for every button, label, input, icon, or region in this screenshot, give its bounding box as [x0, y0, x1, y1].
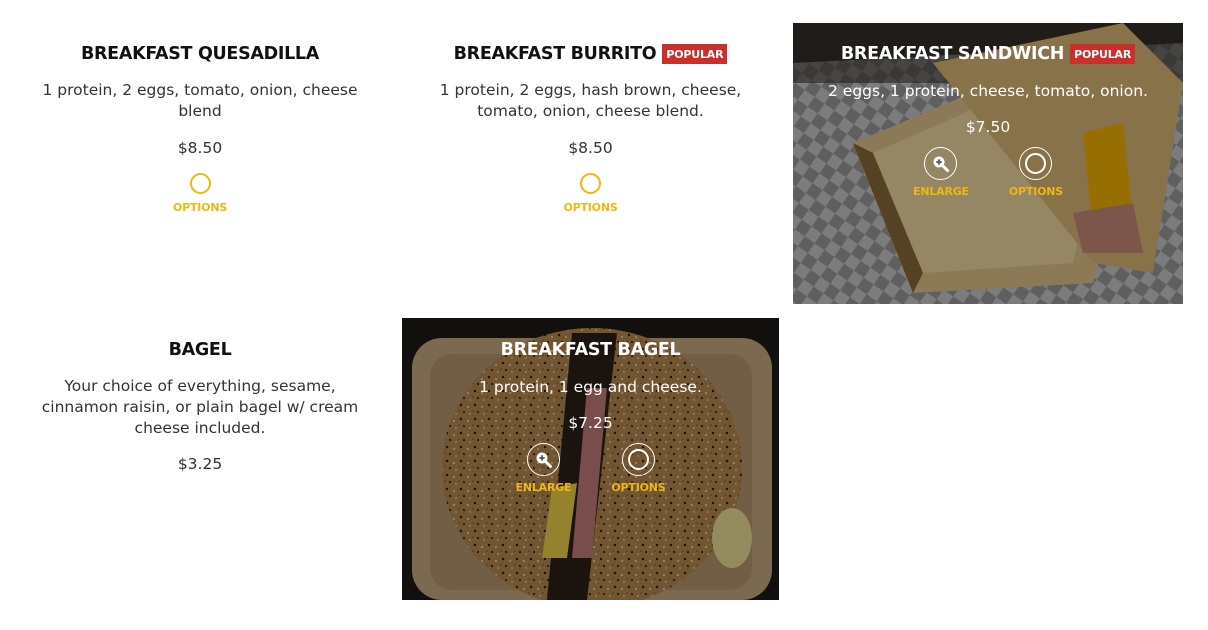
options-circle-icon	[189, 173, 211, 194]
item-price: $7.25	[568, 414, 613, 432]
menu-item-bagel: BAGEL Your choice of everything, sesame,…	[20, 340, 380, 473]
zoom-in-icon	[924, 147, 958, 180]
item-description: Your choice of everything, sesame, cinna…	[41, 377, 359, 437]
item-title-row: BREAKFAST BAGEL	[402, 340, 779, 360]
options-button[interactable]: OPTIONS	[1009, 147, 1063, 198]
item-title: BREAKFAST BAGEL	[500, 340, 681, 360]
options-label: OPTIONS	[172, 201, 228, 214]
item-title-row: BREAKFAST SANDWICH POPULAR	[793, 44, 1183, 64]
zoom-in-icon	[526, 443, 560, 476]
item-price: $3.25	[177, 455, 223, 473]
item-title: BREAKFAST BURRITO	[453, 44, 657, 64]
options-circle-icon	[1019, 147, 1053, 180]
options-label: OPTIONS	[611, 481, 666, 494]
item-description: 1 protein, 1 egg and cheese.	[479, 378, 702, 396]
popular-badge: POPULAR	[662, 44, 728, 64]
item-description: 1 protein, 2 eggs, tomato, onion, cheese…	[42, 81, 358, 120]
item-title-row: BREAKFAST QUESADILLA	[20, 44, 380, 64]
item-price: $8.50	[177, 139, 223, 157]
options-circle-icon	[580, 173, 601, 194]
item-description: 2 eggs, 1 protein, cheese, tomato, onion…	[828, 82, 1148, 100]
item-title: BREAKFAST SANDWICH	[840, 44, 1065, 64]
item-title-row: BREAKFAST BURRITO POPULAR	[402, 44, 779, 64]
popular-badge: POPULAR	[1070, 44, 1136, 64]
menu-item-breakfast-quesadilla: BREAKFAST QUESADILLA 1 protein, 2 eggs, …	[20, 44, 380, 214]
enlarge-label: ENLARGE	[515, 481, 572, 494]
menu-item-breakfast-burrito: BREAKFAST BURRITO POPULAR 1 protein, 2 e…	[402, 44, 779, 214]
item-price: $7.50	[965, 118, 1011, 136]
menu-item-breakfast-bagel: BREAKFAST BAGEL 1 protein, 1 egg and che…	[402, 318, 779, 600]
item-title: BREAKFAST QUESADILLA	[80, 44, 320, 64]
item-price: $8.50	[568, 139, 613, 157]
enlarge-label: ENLARGE	[913, 185, 969, 198]
item-description: 1 protein, 2 eggs, hash brown, cheese, t…	[439, 81, 742, 120]
item-title: BAGEL	[168, 340, 232, 360]
options-button[interactable]: OPTIONS	[173, 173, 227, 214]
options-button[interactable]: OPTIONS	[563, 173, 618, 214]
enlarge-button[interactable]: ENLARGE	[913, 147, 969, 198]
options-label: OPTIONS	[1008, 185, 1063, 198]
options-button[interactable]: OPTIONS	[611, 443, 666, 494]
options-label: OPTIONS	[563, 201, 618, 214]
options-circle-icon	[621, 443, 655, 476]
menu-item-breakfast-sandwich: BREAKFAST SANDWICH POPULAR 2 eggs, 1 pro…	[793, 23, 1183, 304]
item-title-row: BAGEL	[20, 340, 380, 360]
enlarge-button[interactable]: ENLARGE	[516, 443, 572, 494]
